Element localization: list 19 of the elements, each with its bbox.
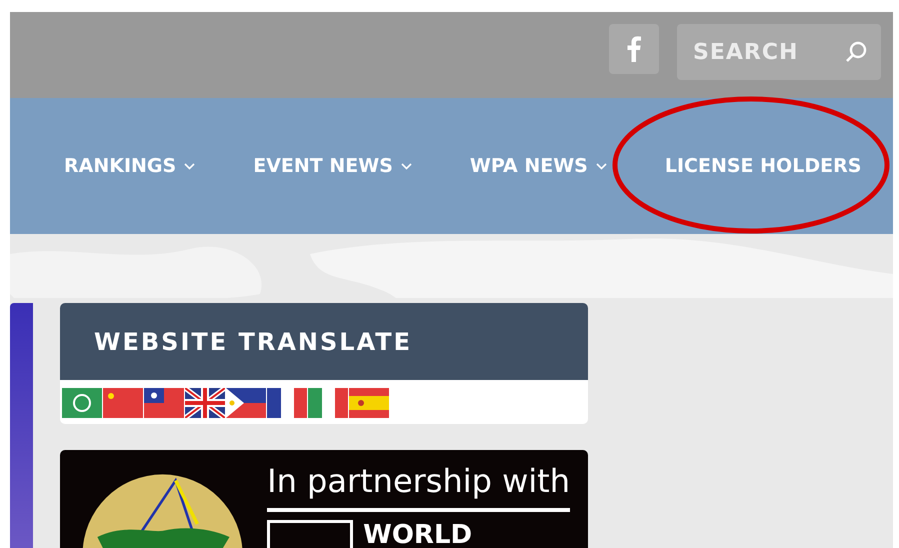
chevron-down-icon [596, 162, 607, 170]
search-field[interactable]: SEARCH [677, 24, 881, 80]
flag-icon[interactable] [226, 388, 266, 418]
facebook-button[interactable] [609, 24, 659, 74]
partner-name: WORLD [363, 520, 472, 548]
search-icon[interactable] [845, 41, 867, 63]
flag-icon[interactable] [267, 388, 307, 418]
facebook-icon [627, 36, 641, 62]
nav-link[interactable]: WPA NEWS [458, 155, 619, 177]
flag-icon[interactable] [144, 388, 184, 418]
card-title: WEBSITE TRANSLATE [60, 303, 588, 380]
banner-heading: In partnership with [267, 462, 570, 512]
nav-link[interactable]: RANKINGS [52, 155, 208, 177]
chevron-down-icon [184, 162, 196, 170]
chevron-down-icon [400, 162, 412, 170]
flag-icon[interactable] [308, 388, 348, 418]
flag-icon[interactable] [185, 388, 225, 418]
nav-link[interactable]: LICENSE HOLDERS [652, 155, 874, 177]
nav-link[interactable]: EVENT NEWS [241, 155, 424, 177]
